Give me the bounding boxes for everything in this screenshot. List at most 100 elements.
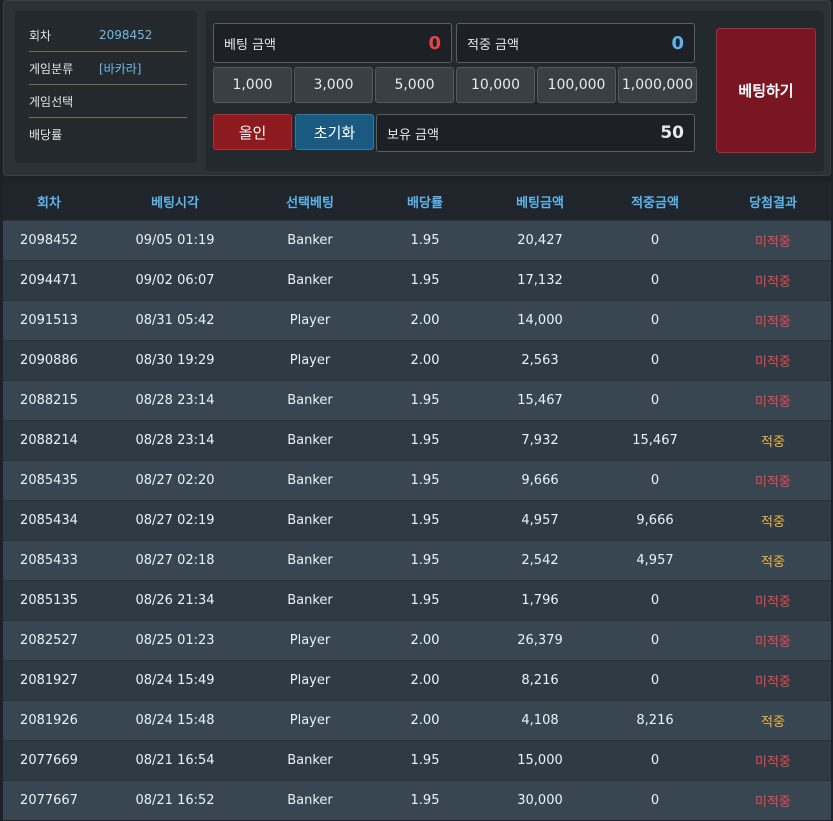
odds-cell: 1.95 xyxy=(410,593,440,608)
place-bet-button[interactable]: 베팅하기 xyxy=(716,28,816,153)
bet-amount-cell: 2,542 xyxy=(521,553,559,568)
bet-time-cell: 08/28 23:14 xyxy=(135,433,215,448)
win-amount-cell: 0 xyxy=(650,673,660,688)
win-amount-cell: 8,216 xyxy=(636,713,674,728)
bet-controls: 베팅 금액 0 적중 금액 0 1,000 3,000 5,000 10,000… xyxy=(206,11,824,171)
selection-cell: Player xyxy=(289,673,331,688)
win-amount-cell: 0 xyxy=(650,353,660,368)
table-body: 2098452 09/05 01:19 Banker 1.95 20,427 0 미적중 20… xyxy=(3,220,831,820)
chip-3000-button[interactable]: 3,000 xyxy=(294,67,373,103)
table-row: 2088214 08/28 23:14 Banker 1.95 7,932 15,467 적… xyxy=(3,420,831,460)
table-row: 2085135 08/26 21:34 Banker 1.95 1,796 0 미적중 xyxy=(3,580,831,620)
odds-cell: 2.00 xyxy=(410,313,440,328)
bet-amount-cell: 14,000 xyxy=(517,313,563,328)
round-cell: 2088214 xyxy=(20,433,78,448)
bet-time-cell: 09/02 06:07 xyxy=(135,273,215,288)
table-header: 회차 베팅시각 선택베팅 배당률 베팅금액 적중금액 당첨결과 xyxy=(3,182,831,220)
bet-time-cell: 08/28 23:14 xyxy=(135,393,215,408)
result-cell: 미적중 xyxy=(755,635,791,650)
table-row: 2094471 09/02 06:07 Banker 1.95 17,132 0 미적중 xyxy=(3,260,831,300)
chip-1000-button[interactable]: 1,000 xyxy=(213,67,292,103)
chip-10000-button[interactable]: 10,000 xyxy=(456,67,535,103)
win-amount-cell: 0 xyxy=(650,753,660,768)
reset-button[interactable]: 초기화 xyxy=(295,114,374,150)
bet-amount-cell: 17,132 xyxy=(517,273,563,288)
odds-cell: 2.00 xyxy=(410,633,440,648)
chip-1000000-button[interactable]: 1,000,000 xyxy=(618,67,697,103)
header-bet-time: 베팅시각 xyxy=(151,195,199,211)
odds-cell: 1.95 xyxy=(410,513,440,528)
table-row: 2082527 08/25 01:23 Player 2.00 26,379 0 미적중 xyxy=(3,620,831,660)
info-category-row: 게임분류 [바카라] xyxy=(29,52,187,85)
table-row: 2081926 08/24 15:48 Player 2.00 4,108 8,216 적중 xyxy=(3,700,831,740)
bet-amount-cell: 8,216 xyxy=(521,673,559,688)
result-cell: 적중 xyxy=(761,435,785,450)
selection-cell: Banker xyxy=(287,473,333,488)
table-row: 2077669 08/21 16:54 Banker 1.95 15,000 0 미적중 xyxy=(3,740,831,780)
round-label: 회차 xyxy=(29,28,52,43)
selection-cell: Banker xyxy=(287,433,333,448)
win-amount-cell: 9,666 xyxy=(636,513,674,528)
odds-cell: 1.95 xyxy=(410,233,440,248)
bet-time-cell: 08/24 15:48 xyxy=(135,713,215,728)
result-cell: 적중 xyxy=(761,715,785,730)
odds-cell: 2.00 xyxy=(410,713,440,728)
result-cell: 미적중 xyxy=(755,675,791,690)
chip-5000-button[interactable]: 5,000 xyxy=(375,67,454,103)
bet-time-cell: 08/25 01:23 xyxy=(135,633,215,648)
win-amount-cell: 15,467 xyxy=(632,433,678,448)
result-cell: 미적중 xyxy=(755,315,791,330)
bet-time-cell: 08/27 02:18 xyxy=(135,553,215,568)
win-amount-cell: 0 xyxy=(650,793,660,808)
table-row: 2085433 08/27 02:18 Banker 1.95 2,542 4,957 적중 xyxy=(3,540,831,580)
round-cell: 2085435 xyxy=(20,473,78,488)
selection-cell: Banker xyxy=(287,553,333,568)
bet-time-cell: 08/31 05:42 xyxy=(135,313,215,328)
win-amount-cell: 0 xyxy=(650,273,660,288)
result-cell: 미적중 xyxy=(755,355,791,370)
header-odds: 배당률 xyxy=(407,195,443,211)
odds-cell: 2.00 xyxy=(410,353,440,368)
info-round-row: 회차 2098452 xyxy=(29,19,187,52)
select-label: 게임선택 xyxy=(29,94,74,109)
bet-amount-cell: 30,000 xyxy=(517,793,563,808)
selection-cell: Player xyxy=(289,353,331,368)
selection-cell: Banker xyxy=(287,513,333,528)
round-cell: 2082527 xyxy=(20,633,78,648)
selection-cell: Banker xyxy=(287,393,333,408)
table-row: 2081927 08/24 15:49 Player 2.00 8,216 0 미적중 xyxy=(3,660,831,700)
round-cell: 2085135 xyxy=(20,593,78,608)
bet-amount-value: 0 xyxy=(428,32,441,54)
round-cell: 2091513 xyxy=(20,313,78,328)
chip-100000-button[interactable]: 100,000 xyxy=(537,67,616,103)
bet-amount-display: 베팅 금액 0 xyxy=(213,23,452,63)
bet-time-cell: 08/24 15:49 xyxy=(135,673,215,688)
bet-amount-cell: 7,932 xyxy=(521,433,559,448)
result-cell: 미적중 xyxy=(755,795,791,810)
odds-cell: 2.00 xyxy=(410,673,440,688)
result-cell: 미적중 xyxy=(755,595,791,610)
bet-history-table: 회차 베팅시각 선택베팅 배당률 베팅금액 적중금액 당첨결과 2098452 0… xyxy=(3,182,831,821)
bet-time-cell: 08/21 16:54 xyxy=(135,753,215,768)
bet-time-cell: 09/05 01:19 xyxy=(135,233,215,248)
bet-amount-cell: 4,957 xyxy=(521,513,559,528)
bet-time-cell: 08/27 02:20 xyxy=(135,473,215,488)
header-win-amount: 적중금액 xyxy=(631,195,679,211)
win-amount-label: 적중 금액 xyxy=(467,37,519,53)
win-amount-display: 적중 금액 0 xyxy=(456,23,695,63)
selection-cell: Player xyxy=(289,313,331,328)
selection-cell: Player xyxy=(289,713,331,728)
win-amount-cell: 0 xyxy=(650,473,660,488)
bet-slip-panel: 회차 2098452 게임분류 [바카라] 게임선택 배당률 베팅 금액 0 적… xyxy=(3,0,831,176)
selection-cell: Banker xyxy=(287,273,333,288)
header-round: 회차 xyxy=(37,195,61,211)
all-in-button[interactable]: 올인 xyxy=(213,114,292,150)
header-bet-amount: 베팅금액 xyxy=(516,195,564,211)
result-cell: 미적중 xyxy=(755,755,791,770)
result-cell: 미적중 xyxy=(755,475,791,490)
bet-amount-cell: 1,796 xyxy=(521,593,559,608)
odds-cell: 1.95 xyxy=(410,393,440,408)
bet-time-cell: 08/27 02:19 xyxy=(135,513,215,528)
table-row: 2091513 08/31 05:42 Player 2.00 14,000 0 미적중 xyxy=(3,300,831,340)
bet-amount-cell: 4,108 xyxy=(521,713,559,728)
